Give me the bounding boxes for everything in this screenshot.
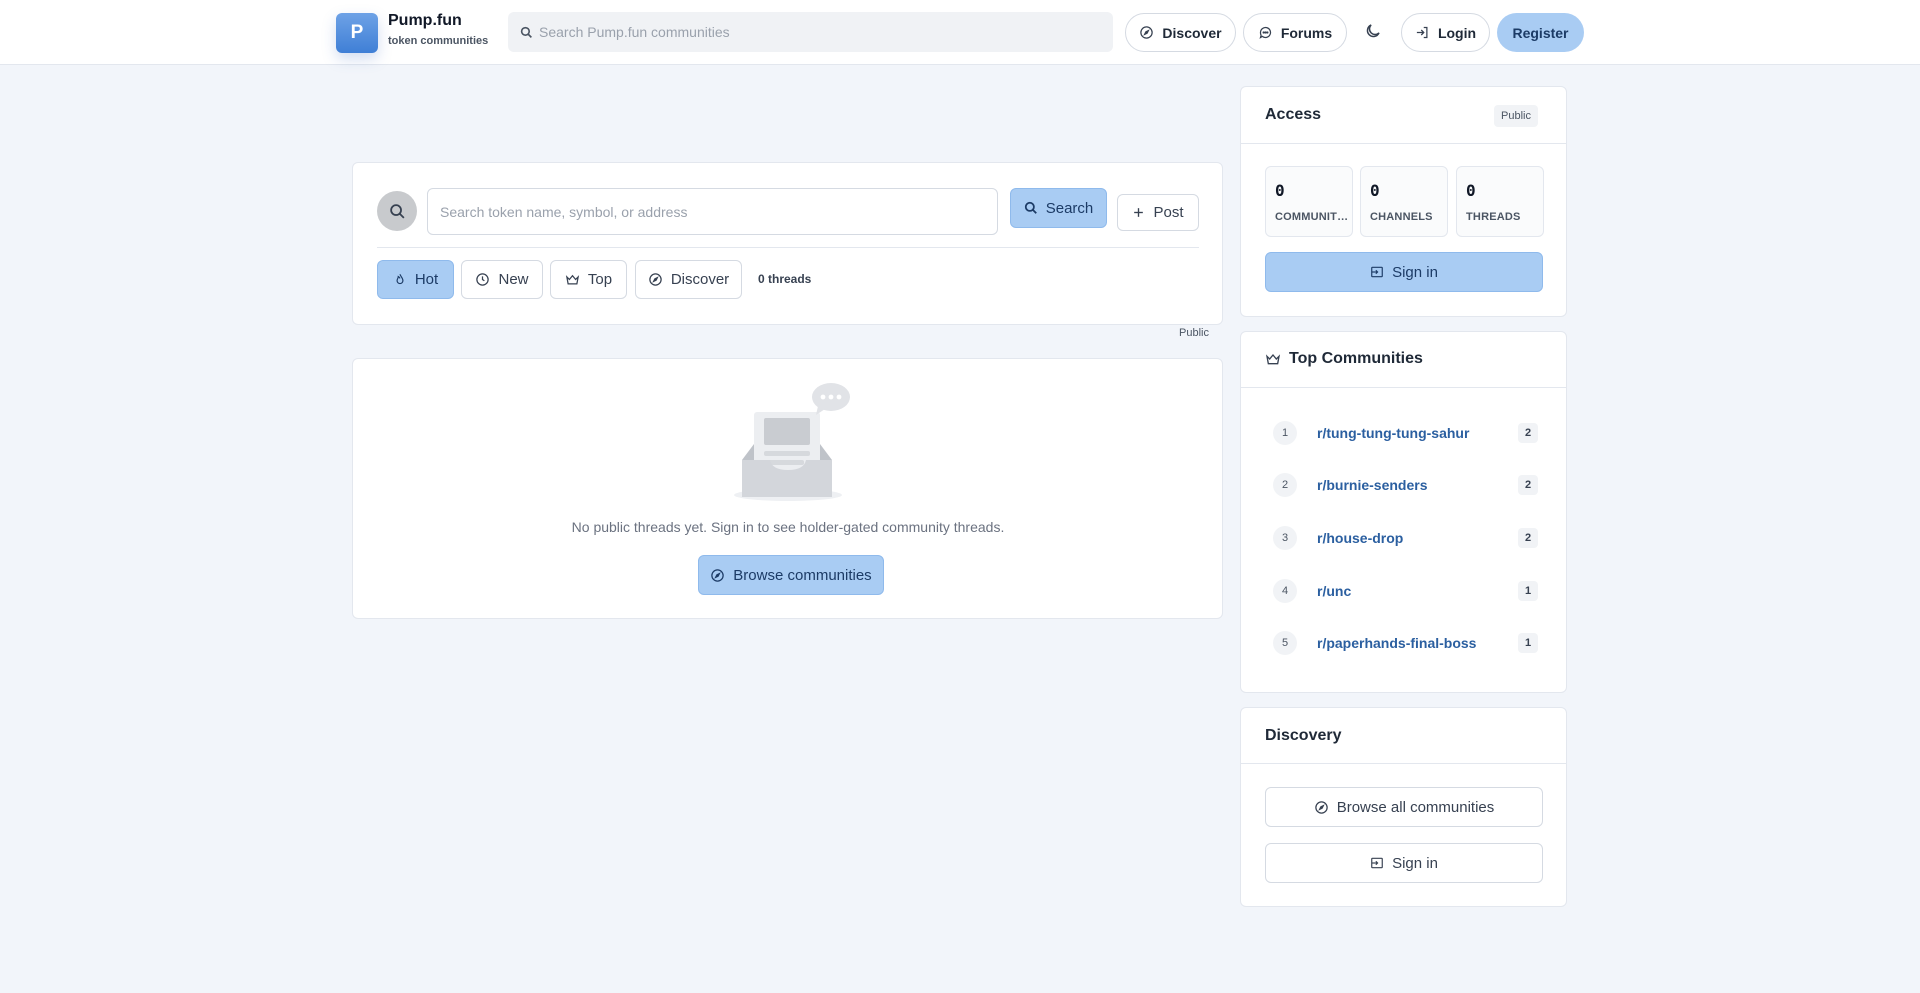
community-link[interactable]: r/house-drop bbox=[1317, 530, 1403, 546]
top-communities-title: Top Communities bbox=[1289, 350, 1423, 367]
chat-bubble-icon bbox=[1258, 25, 1273, 40]
global-search[interactable] bbox=[508, 12, 1113, 52]
stat-threads: 0 THREADS bbox=[1456, 166, 1544, 237]
community-link[interactable]: r/unc bbox=[1317, 583, 1351, 599]
discovery-sign-in-label: Sign in bbox=[1392, 854, 1438, 872]
tab-new-label: New bbox=[498, 271, 529, 288]
tab-new[interactable]: New bbox=[461, 260, 543, 299]
rank-number: 3 bbox=[1273, 526, 1297, 550]
login-icon bbox=[1415, 25, 1430, 40]
community-row[interactable]: 5 r/paperhands-final-boss 1 bbox=[1265, 631, 1543, 655]
search-icon bbox=[1024, 201, 1038, 215]
rank-number: 1 bbox=[1273, 421, 1297, 445]
divider bbox=[1241, 387, 1566, 388]
browse-communities-label: Browse communities bbox=[733, 566, 872, 584]
feed-controls-card: Search Post Hot New Top Discover 0 threa… bbox=[352, 162, 1223, 325]
divider bbox=[377, 247, 1199, 248]
forums-nav-button[interactable]: Forums bbox=[1243, 13, 1347, 52]
community-link[interactable]: r/paperhands-final-boss bbox=[1317, 635, 1476, 651]
rank-number: 5 bbox=[1273, 631, 1297, 655]
community-row[interactable]: 4 r/unc 1 bbox=[1265, 579, 1543, 603]
post-button[interactable]: Post bbox=[1117, 194, 1199, 231]
stat-label: CHANNELS bbox=[1370, 211, 1433, 223]
community-link[interactable]: r/tung-tung-tung-sahur bbox=[1317, 425, 1469, 441]
top-communities-card: Top Communities 1 r/tung-tung-tung-sahur… bbox=[1240, 331, 1567, 693]
access-card: Access Public 0 COMMUNITIES 0 CHANNELS 0… bbox=[1240, 86, 1567, 317]
threads-empty-card: No public threads yet. Sign in to see ho… bbox=[352, 358, 1223, 619]
discover-nav-button[interactable]: Discover bbox=[1125, 13, 1236, 52]
brand-subtitle: token communities bbox=[388, 35, 489, 47]
discover-nav-label: Discover bbox=[1162, 24, 1222, 41]
visibility-tag: Public bbox=[1179, 327, 1209, 339]
browse-all-communities-button[interactable]: Browse all communities bbox=[1265, 787, 1543, 827]
search-icon bbox=[377, 191, 417, 231]
login-icon bbox=[1370, 856, 1384, 870]
flame-icon bbox=[393, 272, 407, 287]
sign-in-button[interactable]: Sign in bbox=[1265, 252, 1543, 292]
tab-discover-label: Discover bbox=[670, 271, 730, 288]
rank-number: 4 bbox=[1273, 579, 1297, 603]
stat-label: THREADS bbox=[1466, 211, 1521, 223]
logo[interactable]: P bbox=[336, 13, 378, 53]
discovery-title: Discovery bbox=[1265, 727, 1342, 744]
browse-communities-button[interactable]: Browse communities bbox=[698, 555, 884, 595]
tab-hot-label: Hot bbox=[414, 271, 439, 288]
empty-inbox-icon bbox=[730, 382, 850, 502]
access-title: Access bbox=[1265, 106, 1322, 123]
login-button[interactable]: Login bbox=[1401, 13, 1490, 52]
login-icon bbox=[1370, 265, 1384, 279]
register-button[interactable]: Register bbox=[1497, 13, 1584, 52]
top-header: P Pump.fun token communities Discover Fo… bbox=[0, 0, 1920, 65]
search-button-label: Search bbox=[1045, 199, 1094, 217]
divider bbox=[1241, 763, 1566, 764]
compass-icon bbox=[710, 568, 725, 583]
empty-state-message: No public threads yet. Sign in to see ho… bbox=[571, 519, 1005, 535]
discovery-sign-in-button[interactable]: Sign in bbox=[1265, 843, 1543, 883]
forums-nav-label: Forums bbox=[1280, 24, 1333, 41]
community-count: 2 bbox=[1518, 423, 1538, 443]
search-button[interactable]: Search bbox=[1010, 188, 1107, 228]
clock-icon bbox=[475, 272, 490, 287]
brand-name[interactable]: Pump.fun bbox=[388, 12, 462, 30]
threads-count: 0 threads bbox=[758, 272, 812, 286]
stat-value: 0 bbox=[1466, 181, 1476, 200]
community-count: 1 bbox=[1518, 633, 1538, 653]
tab-discover[interactable]: Discover bbox=[635, 260, 742, 299]
moon-icon[interactable] bbox=[1364, 22, 1384, 42]
community-count: 2 bbox=[1518, 528, 1538, 548]
plus-icon bbox=[1132, 206, 1145, 219]
community-row[interactable]: 2 r/burnie-senders 2 bbox=[1265, 473, 1543, 497]
compass-icon bbox=[1314, 800, 1329, 815]
compass-icon bbox=[648, 272, 663, 287]
crown-icon bbox=[1265, 351, 1281, 367]
tab-top[interactable]: Top bbox=[550, 260, 627, 299]
stat-communities: 0 COMMUNITIES bbox=[1265, 166, 1353, 237]
community-link[interactable]: r/burnie-senders bbox=[1317, 477, 1427, 493]
community-row[interactable]: 1 r/tung-tung-tung-sahur 2 bbox=[1265, 421, 1543, 445]
rank-number: 2 bbox=[1273, 473, 1297, 497]
stat-value: 0 bbox=[1275, 181, 1285, 200]
browse-all-label: Browse all communities bbox=[1336, 798, 1495, 816]
access-badge: Public bbox=[1494, 105, 1538, 127]
community-count: 2 bbox=[1518, 475, 1538, 495]
post-button-label: Post bbox=[1153, 204, 1184, 221]
search-icon bbox=[520, 26, 533, 39]
tab-top-label: Top bbox=[587, 271, 613, 288]
login-label: Login bbox=[1437, 24, 1477, 41]
stat-label: COMMUNITIES bbox=[1275, 211, 1349, 223]
global-search-input[interactable] bbox=[539, 24, 1079, 40]
divider bbox=[1241, 143, 1566, 144]
stat-value: 0 bbox=[1370, 181, 1380, 200]
discovery-card: Discovery Browse all communities Sign in bbox=[1240, 707, 1567, 907]
compass-icon bbox=[1139, 25, 1154, 40]
community-count: 1 bbox=[1518, 581, 1538, 601]
token-search-input[interactable] bbox=[427, 188, 998, 235]
tab-hot[interactable]: Hot bbox=[377, 260, 454, 299]
sign-in-label: Sign in bbox=[1392, 263, 1438, 281]
community-row[interactable]: 3 r/house-drop 2 bbox=[1265, 526, 1543, 550]
crown-icon bbox=[565, 272, 580, 287]
stat-channels: 0 CHANNELS bbox=[1360, 166, 1448, 237]
